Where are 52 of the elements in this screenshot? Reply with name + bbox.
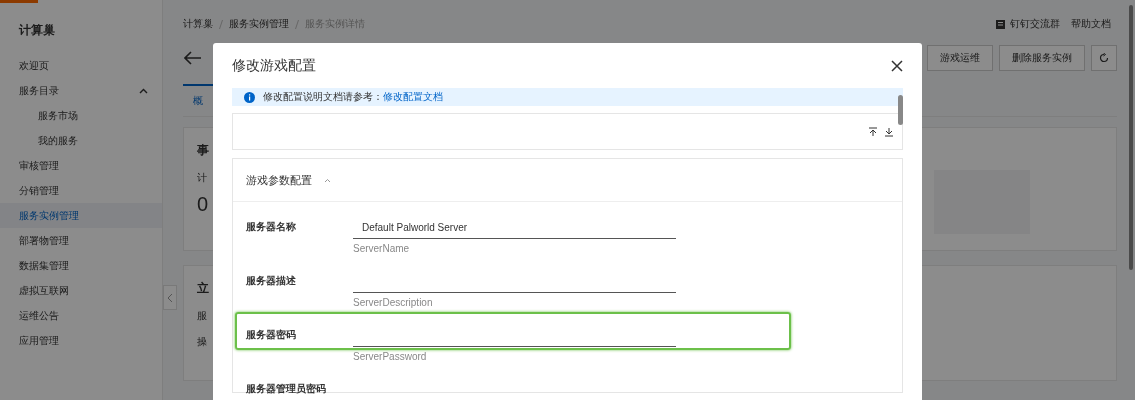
sidebar-item[interactable]: 服务市场	[0, 103, 162, 128]
header-link[interactable]: 钉钉交流群	[1010, 17, 1060, 31]
sidebar-item[interactable]: 数据集管理	[0, 253, 162, 278]
field-label: 操	[197, 335, 207, 349]
chat-icon	[996, 19, 1005, 29]
sidebar-item[interactable]: 运维公告	[0, 303, 162, 328]
scrollbar[interactable]	[1129, 5, 1133, 270]
action-button[interactable]: 游戏运维	[927, 45, 993, 71]
breadcrumb-item[interactable]: 计算巢	[183, 17, 213, 31]
chevron-left-icon	[167, 292, 173, 303]
breadcrumb-item[interactable]: 服务实例管理	[229, 17, 289, 31]
close-icon[interactable]	[891, 59, 903, 72]
caret-icon	[139, 87, 148, 94]
caret-icon[interactable]	[324, 177, 331, 183]
sidebar-item[interactable]: 欢迎页	[0, 53, 162, 78]
sidebar-item[interactable]: 服务目录	[0, 78, 162, 103]
download-icon[interactable]	[884, 127, 894, 137]
action-button[interactable]: 删除服务实例	[999, 45, 1085, 71]
input-field[interactable]: Default Palworld Server	[353, 216, 676, 239]
sidebar-item[interactable]: 审核管理	[0, 153, 162, 178]
card-title: 事	[197, 142, 209, 159]
stat-value: 0	[197, 193, 209, 216]
field-label: 服务器管理员密码	[246, 382, 327, 392]
field-hint: ServerPassword	[353, 351, 428, 362]
refresh-button[interactable]	[1091, 45, 1117, 71]
dialog-title: 修改游戏配置	[232, 56, 316, 75]
sidebar-item[interactable]: 服务实例管理	[0, 203, 162, 228]
back-arrow-icon[interactable]	[184, 51, 202, 65]
field-label: 服务器名称	[246, 220, 297, 234]
notice-text: 修改配置说明文档请参考：	[263, 90, 383, 104]
refresh-icon	[1099, 53, 1109, 63]
field-label: 服	[197, 309, 207, 323]
sidebar-item[interactable]: 虚拟互联网	[0, 278, 162, 303]
card-title: 立	[197, 280, 209, 297]
field-label: 服务器描述	[246, 274, 297, 288]
doc-link[interactable]: 修改配置文档	[383, 90, 443, 104]
sidebar-item[interactable]: 应用管理	[0, 328, 162, 353]
scroll-top-icon[interactable]	[868, 127, 878, 137]
sidebar-title: 计算巢	[17, 22, 56, 39]
field-hint: ServerDescription	[353, 297, 434, 308]
collapse-handle[interactable]	[163, 285, 177, 310]
info-icon	[244, 91, 255, 103]
scrollbar[interactable]	[898, 95, 903, 125]
header-link[interactable]: 帮助文档	[1071, 17, 1111, 31]
sidebar-item[interactable]: 分销管理	[0, 178, 162, 203]
sidebar-item[interactable]: 我的服务	[0, 128, 162, 153]
field-label: 服务器密码	[246, 328, 297, 342]
section-title: 游戏参数配置	[246, 172, 312, 188]
sidebar-item[interactable]: 部署物管理	[0, 228, 162, 253]
stat-label: 计	[197, 171, 207, 185]
field-hint: ServerName	[353, 243, 411, 254]
logo-strip	[0, 0, 38, 3]
